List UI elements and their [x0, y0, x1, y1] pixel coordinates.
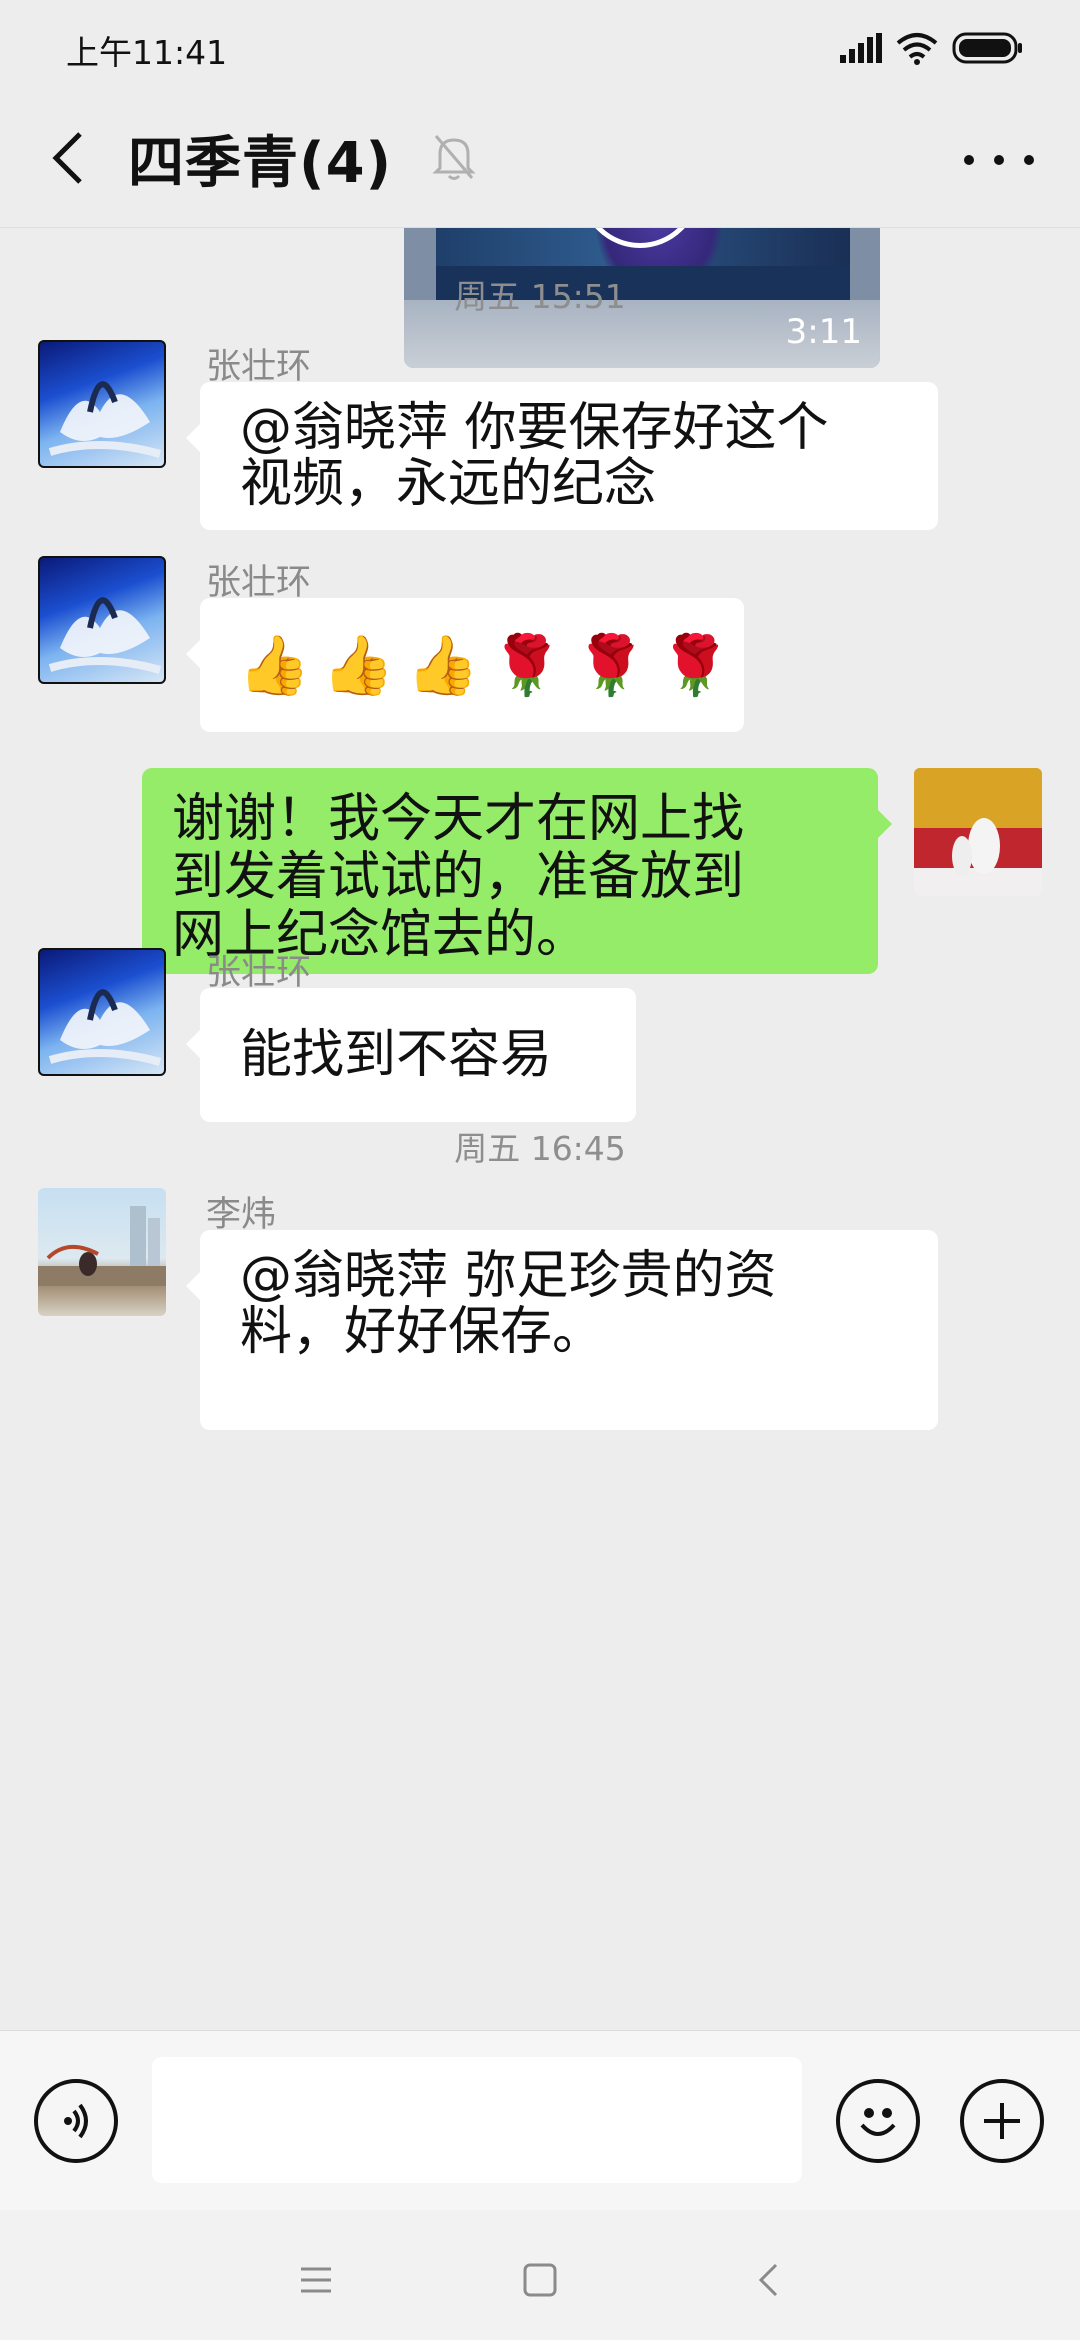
back-button[interactable] [40, 126, 96, 190]
message-bubble[interactable]: @翁晓萍 你要保存好这个 视频，永远的纪念 [186, 382, 938, 530]
message-line: 视频，永远的纪念 [240, 454, 657, 514]
system-nav-bar [0, 2210, 1080, 2340]
home-square-icon [523, 2263, 557, 2297]
avatar[interactable] [38, 948, 166, 1076]
battery-icon [952, 32, 1022, 64]
timestamp: 周五 15:51 [454, 277, 626, 316]
system-back-button[interactable] [738, 2250, 798, 2310]
status-bar: 上午11:41 [0, 0, 1080, 96]
message-bubble[interactable]: @翁晓萍 弥足珍贵的资 料，好好保存。 [186, 1230, 938, 1430]
back-triangle-icon [758, 2263, 778, 2297]
emoji-button[interactable] [836, 2079, 920, 2163]
voice-icon [64, 2103, 88, 2139]
rose-icon: 🌹 [490, 631, 563, 699]
video-duration: 3:11 [785, 312, 862, 352]
signal-icon [840, 33, 882, 63]
message-bubble[interactable]: 能找到不容易 [186, 988, 636, 1122]
message-line: 谢谢！我今天才在网上找 [172, 789, 745, 849]
menu-icon [301, 2267, 331, 2293]
message-bubble[interactable]: 👍 👍 👍 🌹 🌹 🌹 [186, 598, 744, 732]
avatar[interactable] [38, 340, 166, 468]
avatar-self[interactable] [914, 768, 1042, 896]
more-dot [994, 155, 1004, 165]
thumbs-up-icon: 👍 [322, 631, 395, 699]
message-line: 到发着试试的，准备放到 [172, 847, 745, 907]
emoji-row: 👍 👍 👍 🌹 🌹 🌹 [238, 598, 731, 732]
message-line: 能找到不容易 [240, 1025, 553, 1085]
thumbs-up-icon: 👍 [406, 631, 479, 699]
thumbs-up-icon: 👍 [238, 631, 311, 699]
chat-messages[interactable]: 3:11 周五 15:51 张壮环 @翁晓萍 你要保存好这个 视频，永远的纪念 … [0, 228, 1080, 2030]
wifi-icon [896, 33, 938, 65]
status-icons [840, 30, 1024, 66]
message-line: @翁晓萍 弥足珍贵的资 [240, 1246, 777, 1306]
rose-icon: 🌹 [574, 631, 648, 699]
add-button[interactable] [960, 2079, 1044, 2163]
smiley-icon [860, 2108, 896, 2136]
chat-title: 四季青(4) [128, 131, 393, 196]
back-arrow-icon [52, 132, 82, 184]
message-line: 料，好好保存。 [240, 1302, 605, 1362]
avatar[interactable] [38, 1188, 166, 1316]
avatar[interactable] [38, 556, 166, 684]
bell-off-icon [432, 132, 476, 186]
more-options-button[interactable] [964, 140, 1034, 180]
plus-icon [984, 2103, 1020, 2139]
input-bar [0, 2030, 1080, 2210]
rose-icon: 🌹 [659, 631, 732, 699]
voice-button[interactable] [34, 2079, 118, 2163]
recents-button[interactable] [286, 2250, 346, 2310]
message-line: @翁晓萍 你要保存好这个 [240, 398, 829, 458]
home-button[interactable] [510, 2250, 570, 2310]
timestamp: 周五 16:45 [454, 1129, 626, 1168]
message-input[interactable] [152, 2057, 802, 2183]
more-dot [1024, 155, 1034, 165]
status-time: 上午11:41 [66, 33, 228, 72]
chat-header: 四季青(4) [0, 96, 1080, 228]
more-dots-icon [964, 155, 974, 165]
